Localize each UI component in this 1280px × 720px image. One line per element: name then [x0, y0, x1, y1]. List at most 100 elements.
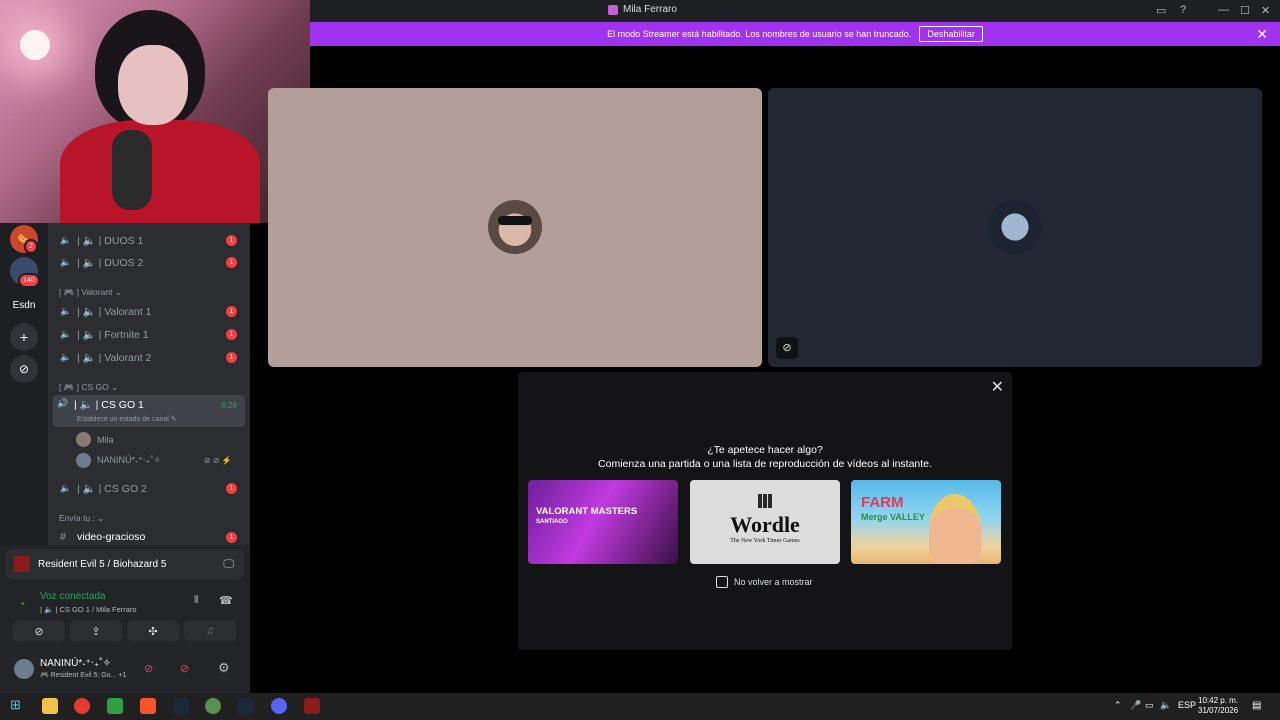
- camera-off-button[interactable]: ⊘: [13, 621, 65, 641]
- voice-member[interactable]: Mila: [76, 432, 114, 447]
- steam-icon[interactable]: [173, 698, 189, 714]
- discord-app-icon: [608, 4, 618, 15]
- game-icon[interactable]: [304, 698, 320, 714]
- unread-badge: 1: [226, 328, 237, 340]
- activity-card-farm-merge-valley[interactable]: FARM Merge VALLEY: [851, 480, 1001, 564]
- notifications-icon[interactable]: ▤: [1252, 700, 1261, 711]
- app-icon[interactable]: [205, 698, 221, 714]
- banner-text: El modo Streamer está habilitado. Los no…: [607, 29, 912, 39]
- current-user[interactable]: NANINÚ*˖⁺‧₊˚✧ 🎮 Resident Evil 5: Go... +…: [14, 655, 244, 685]
- voice-channel-duos-1[interactable]: 🔈 | 🔈 | DUOS 1 1: [56, 229, 244, 251]
- maximize-button[interactable]: ☐: [1240, 4, 1250, 17]
- help-icon[interactable]: ?: [1180, 4, 1186, 16]
- dont-show-again-checkbox[interactable]: No volver a mostrar: [716, 576, 813, 588]
- video-tile-user-1[interactable]: [268, 88, 762, 367]
- channel-status[interactable]: Establece un estado de canal ✎: [77, 415, 177, 423]
- file-explorer-icon[interactable]: [42, 698, 58, 714]
- inbox-icon[interactable]: ▭: [1156, 4, 1166, 17]
- close-window-button[interactable]: ✕: [1261, 4, 1270, 17]
- wordle-grid-icon: [758, 494, 772, 508]
- valorant-logo: VALORANT MASTERS SANTIAGO: [536, 506, 638, 525]
- activity-card-wordle[interactable]: Wordle The New York Times Games: [690, 480, 840, 564]
- voice-member[interactable]: NANINÚ*˖⁺‧₊˚✧ ⊘ ⊘ ⚡: [76, 453, 232, 468]
- server-badge: 140: [18, 273, 40, 288]
- server-esdn[interactable]: Esdn: [10, 291, 38, 319]
- stream-game-icon[interactable]: 🖵: [223, 558, 234, 571]
- microphone: [112, 130, 152, 210]
- category-envia[interactable]: Envía tu : ⌄: [59, 513, 104, 524]
- member-status-icons: ⊘ ⊘ ⚡: [204, 456, 232, 465]
- steam-icon[interactable]: [238, 698, 254, 714]
- voice-channel-valorant-1[interactable]: 🔈 | 🔈 | Valorant 1 1: [56, 300, 244, 322]
- speaker-icon: 🔊: [57, 398, 69, 408]
- minimize-button[interactable]: —: [1218, 4, 1229, 16]
- speaker-icon: 🔈: [60, 328, 72, 339]
- voice-channel-fortnite-1[interactable]: 🔈 | 🔈 | Fortnite 1 1: [56, 323, 244, 345]
- activity-card-valorant[interactable]: VALORANT MASTERS SANTIAGO: [528, 480, 678, 564]
- speaker-icon: 🔈: [60, 256, 72, 267]
- avatar: [488, 200, 542, 254]
- voice-channel-valorant-2[interactable]: 🔈 | 🔈 | Valorant 2 1: [56, 346, 244, 368]
- clock[interactable]: 10:42 p. m. 31/07/2026: [1198, 696, 1238, 716]
- disable-streamer-button[interactable]: Deshabilitar: [919, 26, 983, 42]
- voice-channel-csgo-2[interactable]: 🔈 | 🔈 | CS GO 2 1: [56, 477, 244, 499]
- character-illustration: [929, 494, 981, 564]
- chrome-icon[interactable]: [74, 698, 90, 714]
- tray-volume-icon[interactable]: 🔈: [1160, 700, 1171, 711]
- voice-connection: Voz conectada | 🔈 | CS GO 1 / Mila Ferra…: [40, 591, 137, 614]
- sunglasses: [498, 216, 532, 225]
- user-panel: Resident Evil 5 / Biohazard 5 🖵 ◔ Voz co…: [0, 545, 250, 693]
- speaker-icon: 🔈: [60, 305, 72, 316]
- text-channel-video-gracioso[interactable]: # video-gracioso 1: [56, 526, 244, 545]
- speaker-icon: 🔈: [60, 351, 72, 362]
- streamer-body: [60, 120, 260, 223]
- speaker-icon: 🔈: [60, 482, 72, 493]
- video-tile-user-2[interactable]: ⊘: [768, 88, 1262, 367]
- start-icon[interactable]: ⊞: [10, 697, 26, 713]
- unread-badge: 1: [226, 305, 237, 317]
- activities-button[interactable]: ✣: [127, 621, 179, 641]
- disconnect-icon[interactable]: ☎: [219, 594, 233, 607]
- unread-badge: 1: [226, 234, 237, 246]
- language-indicator[interactable]: ESP: [1178, 700, 1196, 710]
- unread-badge: 1: [226, 256, 237, 268]
- unread-badge: 1: [226, 482, 237, 494]
- app-icon[interactable]: [107, 698, 123, 714]
- close-icon[interactable]: ✕: [991, 377, 1004, 397]
- deafen-icon[interactable]: ⊘: [180, 662, 189, 675]
- unread-badge: 1: [226, 351, 237, 363]
- avatar: [14, 659, 34, 679]
- game-icon: [14, 556, 30, 572]
- avatar: [76, 453, 91, 468]
- noise-suppression-icon[interactable]: ⦀: [194, 595, 198, 606]
- avatar: [76, 432, 91, 447]
- streamer-face: [118, 45, 188, 125]
- hashtag-icon: #: [60, 531, 67, 543]
- farm-logo: FARM Merge VALLEY: [861, 494, 925, 522]
- category-csgo[interactable]: [ 🎮 ] CS GO ⌄: [59, 382, 118, 393]
- soundboard-button[interactable]: ♫: [184, 621, 236, 641]
- banner-close-icon[interactable]: ✕: [1256, 26, 1268, 43]
- lamp: [20, 30, 50, 60]
- discord-icon[interactable]: [271, 698, 287, 714]
- voice-channel-csgo-1[interactable]: 🔊 | 🔈 | CS GO 1 6:29 Establece un estado…: [53, 395, 245, 427]
- brave-icon[interactable]: [140, 698, 156, 714]
- tray-chevron-icon[interactable]: ⌃: [1114, 700, 1122, 711]
- screen-share-button[interactable]: ⇪: [70, 621, 122, 641]
- mute-icon[interactable]: ⊘: [144, 662, 153, 675]
- activity-subtitle: Comienza una partida o una lista de repr…: [598, 458, 932, 470]
- tray-network-icon[interactable]: ▭: [1145, 700, 1154, 711]
- add-server-icon[interactable]: +: [10, 323, 38, 351]
- voice-channel-duos-2[interactable]: 🔈 | 🔈 | DUOS 2 1: [56, 251, 244, 273]
- windows-taskbar: ⊞ ⌃ 🎤 ▭ 🔈 ESP 10:42 p. m. 31/07/2026 ▤: [0, 693, 1280, 720]
- connection-icon: ◔: [18, 597, 26, 611]
- activity-question: ¿Te apetece hacer algo?: [707, 444, 823, 456]
- checkbox-box[interactable]: [716, 576, 728, 588]
- category-valorant[interactable]: [ 🎮 ] Valorant ⌄: [59, 287, 122, 298]
- title-bar: Mila Ferraro ▭ ? — ☐ ✕: [310, 0, 1280, 22]
- settings-gear-icon[interactable]: ⚙: [218, 660, 230, 676]
- discover-icon[interactable]: ⊘: [10, 355, 38, 383]
- now-playing[interactable]: Resident Evil 5 / Biohazard 5 🖵: [6, 549, 244, 579]
- tray-mic-icon[interactable]: 🎤: [1130, 700, 1141, 711]
- avatar: [988, 200, 1042, 254]
